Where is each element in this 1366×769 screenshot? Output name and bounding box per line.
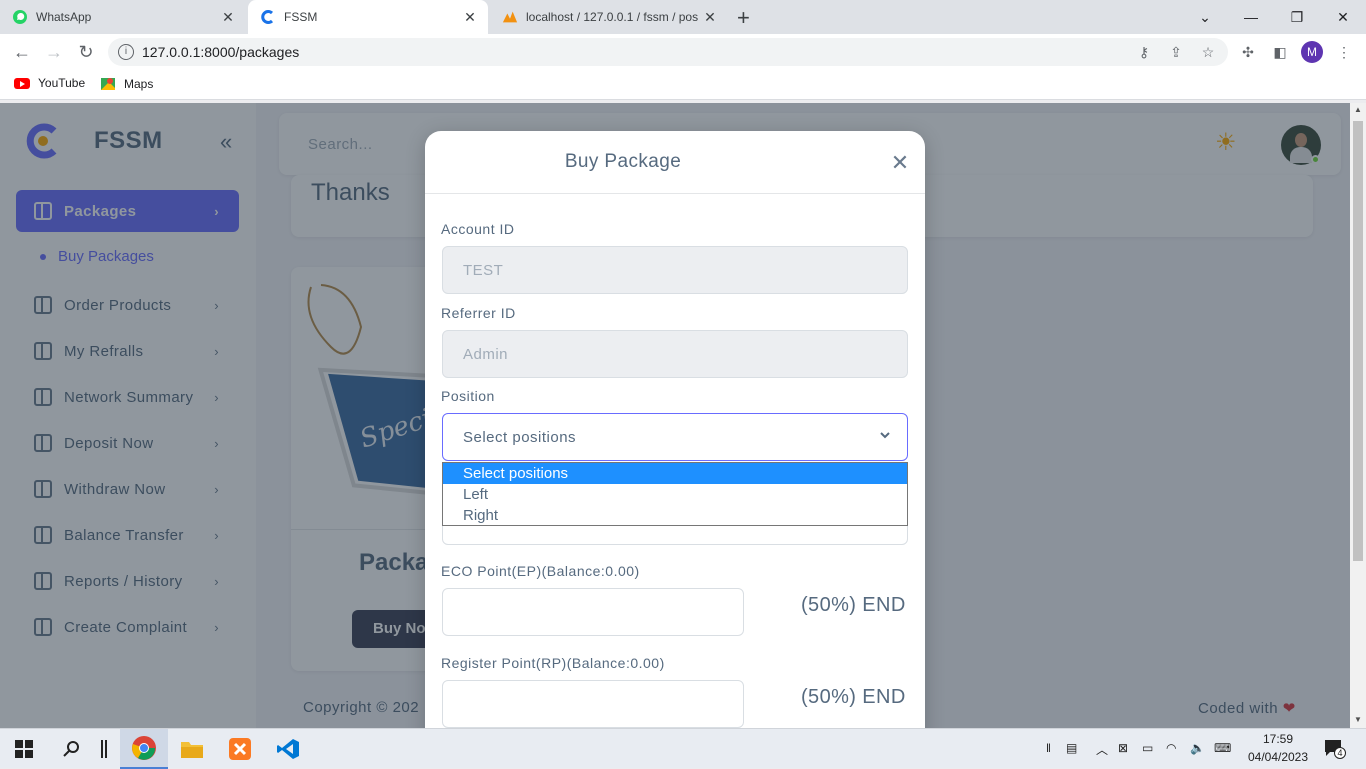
modal-title: Buy Package (564, 151, 682, 172)
wifi-icon[interactable]: ◠ (1166, 741, 1176, 755)
close-tab-icon[interactable]: ✕ (702, 9, 718, 25)
buy-package-modal: Buy Package ✕ Account ID TEST Referrer I… (425, 131, 925, 728)
eco-point-suffix: (50%) END (801, 594, 906, 616)
page-content: FSSM « Packages › Buy Packages Order Pro… (0, 103, 1350, 728)
tab-bar: WhatsApp ✕ FSSM ✕ localhost / 127.0.0.1 … (0, 0, 1366, 34)
register-point-suffix: (50%) END (801, 686, 906, 708)
account-id-field: TEST (442, 246, 908, 294)
battery-icon[interactable]: ▭ (1142, 741, 1153, 755)
page-scrollbar[interactable]: ▲ ▼ (1350, 103, 1366, 728)
browser-toolbar: ← → ↻ i 127.0.0.1:8000/packages ⚷ ⇪ ☆ ✣ … (0, 34, 1366, 70)
scrollbar-thumb[interactable] (1353, 121, 1363, 561)
tab-phpmyadmin[interactable]: localhost / 127.0.0.1 / fssm / pos ✕ (490, 0, 728, 34)
share-icon[interactable]: ⇪ (1166, 42, 1186, 62)
scroll-up-icon[interactable]: ▲ (1354, 105, 1362, 114)
modal-divider (425, 193, 925, 194)
address-bar[interactable]: i 127.0.0.1:8000/packages ⚷ ⇪ ☆ (108, 38, 1228, 66)
referrer-id-field: Admin (442, 330, 908, 378)
vscode-icon[interactable] (264, 729, 312, 769)
reload-icon[interactable]: ↻ (72, 38, 100, 66)
keyboard-tray-icon[interactable]: ▤ (1066, 741, 1077, 755)
eco-point-label: ECO Point(EP)(Balance:0.00) (441, 563, 640, 579)
tab-title: WhatsApp (36, 10, 92, 24)
youtube-icon (14, 77, 30, 89)
notifications-count: 4 (1334, 747, 1346, 759)
chevron-down-icon (879, 428, 891, 445)
new-tab-icon[interactable]: + (737, 5, 750, 31)
clock-time[interactable]: 17:59 (1248, 732, 1308, 746)
account-id-label: Account ID (441, 221, 515, 237)
maps-icon (100, 76, 116, 92)
key-icon[interactable]: ⚷ (1134, 42, 1154, 62)
windows-taskbar: ‖ ▤ ︿ ⊠ ▭ ◠ 🔈 ⌨ 17:59 04/04/2023 4 (0, 728, 1366, 769)
phpmyadmin-icon (502, 9, 518, 25)
eco-point-input[interactable] (442, 588, 744, 636)
chrome-taskbar-icon[interactable] (120, 729, 168, 769)
whatsapp-icon (12, 9, 28, 25)
profile-avatar[interactable]: M (1301, 41, 1323, 63)
option-right[interactable]: Right (443, 505, 907, 526)
tray-divider-icon: ‖ (1046, 741, 1051, 755)
bookmark-star-icon[interactable]: ☆ (1198, 42, 1218, 62)
notifications-icon[interactable]: 4 (1324, 739, 1346, 759)
show-hidden-icons-icon[interactable]: ︿ (1096, 741, 1108, 758)
close-tab-icon[interactable]: ✕ (220, 9, 236, 25)
bookmark-label: YouTube (38, 76, 86, 90)
minimize-icon[interactable]: — (1228, 0, 1274, 34)
menu-kebab-icon[interactable]: ⋮ (1334, 42, 1354, 62)
position-dropdown-list: Select positions Left Right (442, 462, 908, 526)
xampp-icon[interactable] (216, 729, 264, 769)
bookmarks-bar: YouTube Maps (0, 70, 1366, 100)
side-panel-icon[interactable]: ◧ (1270, 42, 1290, 62)
option-left[interactable]: Left (443, 484, 907, 505)
back-icon[interactable]: ← (8, 38, 36, 66)
bookmark-maps[interactable]: Maps (100, 76, 153, 92)
position-select[interactable]: Select positions (442, 413, 908, 461)
register-point-input[interactable] (442, 680, 744, 728)
tab-whatsapp[interactable]: WhatsApp ✕ (0, 0, 246, 34)
url-text: 127.0.0.1:8000/packages (142, 44, 300, 60)
forward-icon[interactable]: → (40, 38, 68, 66)
site-info-icon[interactable]: i (118, 44, 134, 60)
scroll-down-icon[interactable]: ▼ (1354, 715, 1362, 724)
clock-date[interactable]: 04/04/2023 (1246, 750, 1310, 764)
bookmark-label: Maps (124, 77, 154, 91)
file-explorer-icon[interactable] (168, 729, 216, 769)
tab-title: FSSM (284, 10, 318, 24)
app-logo-icon (260, 9, 276, 25)
tab-fssm[interactable]: FSSM ✕ (248, 0, 488, 34)
input-keyboard-icon[interactable]: ⌨ (1214, 741, 1231, 755)
security-tray-icon[interactable]: ⊠ (1118, 741, 1128, 755)
tab-title: localhost / 127.0.0.1 / fssm / pos (526, 10, 698, 24)
register-point-label: Register Point(RP)(Balance:0.00) (441, 655, 665, 671)
referrer-id-label: Referrer ID (441, 305, 516, 321)
windows-start-icon[interactable] (0, 729, 48, 769)
restore-icon[interactable]: ❐ (1274, 0, 1320, 34)
bookmark-youtube[interactable]: YouTube (14, 76, 85, 90)
position-select-value: Select positions (463, 428, 577, 446)
volume-icon[interactable]: 🔈 (1190, 741, 1205, 755)
position-label: Position (441, 388, 495, 404)
tab-search-icon[interactable]: ⌄ (1182, 0, 1228, 34)
close-tab-icon[interactable]: ✕ (462, 9, 478, 25)
extensions-icon[interactable]: ✣ (1238, 42, 1258, 62)
close-window-icon[interactable]: ✕ (1320, 0, 1366, 34)
close-icon[interactable]: ✕ (889, 152, 911, 174)
option-select-positions[interactable]: Select positions (443, 463, 907, 484)
